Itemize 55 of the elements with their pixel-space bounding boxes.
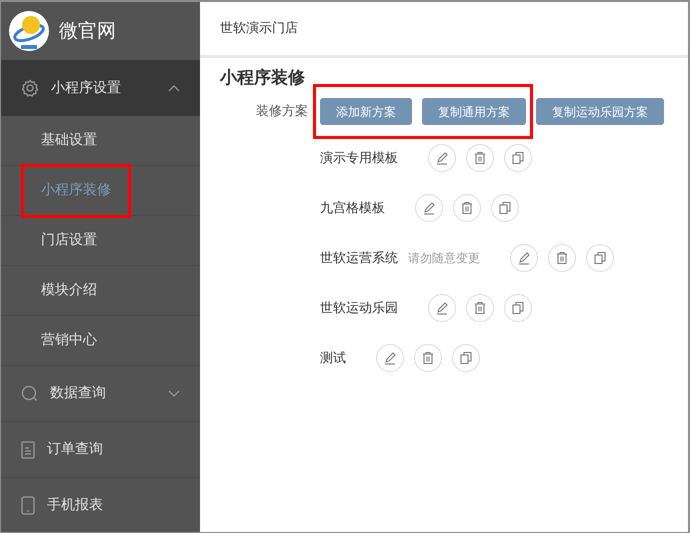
edit-button[interactable]: [428, 294, 456, 322]
copy-icon: [498, 201, 512, 216]
sidebar-item[interactable]: 模块介绍: [41, 282, 97, 298]
copy-button[interactable]: [491, 194, 519, 222]
pencil-icon: [435, 301, 449, 316]
template-note: 请勿随意变更: [408, 250, 480, 268]
trash-icon: [473, 151, 487, 166]
template-name: 演示专用模板: [320, 150, 398, 168]
pencil-icon: [517, 251, 531, 266]
delete-button[interactable]: [453, 194, 481, 222]
gear-icon: [21, 79, 39, 97]
action-button[interactable]: 添加新方案: [320, 98, 412, 126]
copy-icon: [511, 301, 525, 316]
sidebar-item[interactable]: 营销中心: [41, 332, 97, 348]
chevron-up-icon: [168, 84, 180, 92]
delete-button[interactable]: [466, 294, 494, 322]
copy-icon: [593, 251, 607, 266]
trash-icon: [460, 201, 474, 216]
copy-icon: [511, 151, 525, 166]
sidebar-item[interactable]: 基础设置: [41, 132, 97, 148]
page-title: 小程序装修: [218, 67, 306, 88]
phone-icon: [21, 496, 35, 515]
document-icon: [21, 440, 35, 458]
search-icon: [21, 385, 38, 402]
copy-button[interactable]: [586, 244, 614, 272]
copy-button[interactable]: [452, 344, 480, 372]
breadcrumb-text: 世软演示门店: [220, 20, 298, 38]
edit-button[interactable]: [376, 344, 404, 372]
template-name: 九宫格模板: [320, 200, 385, 218]
copy-icon: [459, 351, 473, 366]
edit-button[interactable]: [510, 244, 538, 272]
pencil-icon: [383, 351, 397, 366]
field-label: 装修方案: [255, 103, 308, 122]
trash-icon: [421, 351, 435, 366]
chevron-down-icon: [168, 390, 180, 397]
edit-button[interactable]: [428, 144, 456, 172]
template-name: 世软运动乐园: [320, 300, 398, 318]
copy-button[interactable]: [504, 294, 532, 322]
pencil-icon: [435, 151, 449, 166]
trash-icon: [555, 251, 569, 266]
template-name: 世软运营系统: [320, 250, 398, 268]
logo-icon: [9, 11, 49, 51]
delete-button[interactable]: [548, 244, 576, 272]
sidebar-item[interactable]: 小程序设置: [1, 60, 200, 116]
pencil-icon: [422, 201, 436, 216]
action-button[interactable]: 复制通用方案: [422, 98, 526, 126]
template-name: 测试: [320, 350, 346, 368]
delete-button[interactable]: [414, 344, 442, 372]
brand-name: 微官网: [59, 18, 116, 44]
copy-button[interactable]: [504, 144, 532, 172]
trash-icon: [473, 301, 487, 316]
delete-button[interactable]: [466, 144, 494, 172]
sidebar-item[interactable]: 门店设置: [41, 232, 97, 248]
action-button[interactable]: 复制运动乐园方案: [536, 98, 664, 126]
edit-button[interactable]: [415, 194, 443, 222]
